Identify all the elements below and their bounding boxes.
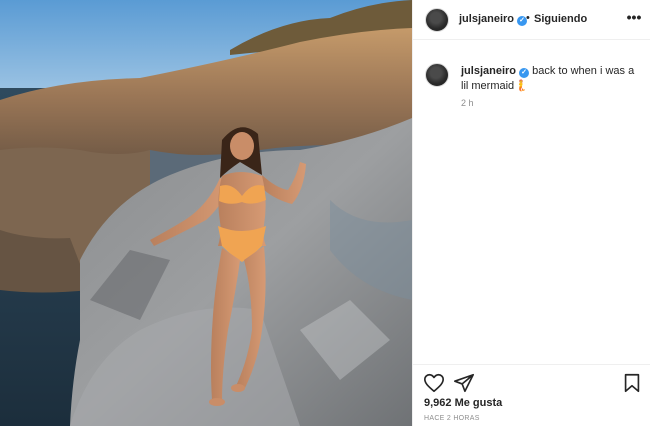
caption-author-avatar[interactable] [425,63,449,87]
caption-verified-badge-icon: ✓ [519,68,530,78]
heart-icon[interactable] [423,372,445,394]
post-header: julsjaneiro ✓ • Siguiendo ••• [413,0,650,40]
follow-separator: • [526,12,530,24]
following-button[interactable]: Siguiendo [534,13,587,25]
more-options-icon[interactable]: ••• [625,10,643,28]
caption-text-block: julsjaneiro ✓ back to when i was a lil me… [461,64,641,94]
author-avatar[interactable] [425,8,449,32]
instagram-post: julsjaneiro ✓ • Siguiendo ••• julsjaneiro… [0,0,650,426]
caption-username-text[interactable]: julsjaneiro [461,65,516,77]
author-username[interactable]: julsjaneiro ✓ [459,13,528,26]
caption-username[interactable]: julsjaneiro ✓ [461,65,530,78]
bookmark-icon[interactable] [621,372,643,394]
posted-time[interactable]: HACE 2 HORAS [424,415,480,422]
caption-time[interactable]: 2 h [461,98,474,108]
likes-count[interactable]: 9,962 Me gusta [424,397,502,409]
post-footer: 9,962 Me gusta HACE 2 HORAS [413,364,650,426]
post-photo[interactable] [0,0,412,426]
post-side-panel: julsjaneiro ✓ • Siguiendo ••• julsjaneiro… [412,0,650,426]
author-username-text[interactable]: julsjaneiro [459,13,514,25]
post-photo-image [0,0,412,426]
paper-plane-icon[interactable] [453,372,475,394]
